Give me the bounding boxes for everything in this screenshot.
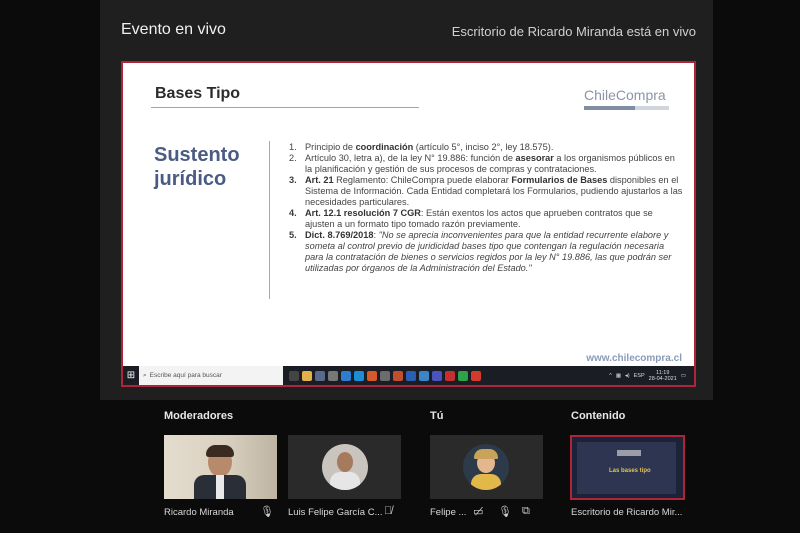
vertical-divider [269,141,270,299]
list-item-number: 1. [289,142,297,152]
app-icon[interactable] [445,370,455,381]
list-item: 1. Principio de coordinación (artículo 5°… [289,142,684,153]
list-item-text: Art. 21 Reglamento: ChileCompra puede el… [305,175,683,207]
list-item-text: Art. 12.1 resolución 7 CGR: Están exento… [305,208,653,229]
heading-line-2: jurídico [154,168,227,190]
list-item: 2. Artículo 30, letra a), de la ley N° 19… [289,153,684,175]
dropbox-icon[interactable] [341,370,351,381]
windows-start-icon[interactable]: ⊞ [123,366,139,385]
system-tray: ^ ▦ ◂) ESP 11:19 28-04-2021 ▭ [609,370,694,382]
mail-icon[interactable] [328,370,338,381]
network-icon[interactable]: ▦ [616,373,621,379]
list-item-number: 5. [289,230,297,240]
task-view-icon[interactable] [289,370,299,381]
file-explorer-icon[interactable] [302,370,312,381]
edge-icon[interactable] [354,370,364,381]
list-item: 3. Art. 21 Reglamento: ChileCompra puede … [289,175,684,208]
list-item: 5. Dict. 8.769/2018: "No se aprecia incon… [289,230,684,274]
store-icon[interactable] [315,370,325,381]
microphone-icon[interactable]: 🎙 [498,505,512,518]
slide-heading: Sustento jurídico [154,143,240,191]
participant-name-ricardo: Ricardo Miranda [164,507,234,518]
taskbar-apps [289,370,481,381]
participant-tile-ricardo[interactable] [164,435,277,499]
shared-screen[interactable]: Bases Tipo ChileCompra Sustento jurídico… [121,61,696,387]
notification-icon[interactable]: ▭ [681,373,686,379]
legal-basis-list: 1. Principio de coordinación (artículo 5°… [289,142,684,274]
title-divider [151,107,419,108]
outlook-icon[interactable] [419,370,429,381]
office-icon[interactable] [367,370,377,381]
list-item-text: Principio de coordinación (artículo 5°, … [305,142,554,152]
microphone-muted-icon[interactable]: 🎙̸ [384,505,392,517]
list-item-text: Dict. 8.769/2018: "No se aprecia inconve… [305,230,672,273]
slide-title: Bases Tipo [155,85,241,102]
website-url: www.chilecompra.cl [586,353,682,364]
clock[interactable]: 11:19 28-04-2021 [649,370,677,382]
content-name: Escritorio de Ricardo Mir... [571,507,683,518]
windows-taskbar: ⊞ ⌕ Escribe aquí para buscar ^ ▦ ◂) ESP … [123,366,694,385]
avatar [463,444,509,490]
taskbar-search[interactable]: ⌕ Escribe aquí para buscar [139,366,283,385]
content-tile[interactable]: Las bases tipo [570,435,685,500]
teams-icon[interactable] [432,370,442,381]
list-item-number: 2. [289,153,297,163]
camera-off-icon[interactable]: ▭̸ [473,505,483,518]
list-item-text: Artículo 30, letra a), de la ley N° 19.8… [305,153,675,174]
avatar [322,444,368,490]
powerpoint-icon[interactable] [393,370,403,381]
language-indicator[interactable]: ESP [634,373,645,379]
presentation-slide: Bases Tipo ChileCompra Sustento jurídico… [123,63,694,365]
list-item-number: 4. [289,208,297,218]
share-screen-icon[interactable]: ⧉ [522,505,530,518]
live-status: Escritorio de Ricardo Miranda está en vi… [451,24,696,39]
participant-tile-you[interactable] [430,435,543,499]
content-thumbnail: Las bases tipo [577,442,676,494]
chilecompra-logo: ChileCompra [584,87,666,103]
participant-tile-luis[interactable] [288,435,401,499]
tray-chevron-icon[interactable]: ^ [609,373,612,379]
search-placeholder: Escribe aquí para buscar [149,372,222,379]
event-title: Evento en vivo [121,21,226,38]
moderators-label: Moderadores [164,410,234,422]
clock-date: 28-04-2021 [648,375,677,382]
microphone-icon[interactable]: 🎙 [260,505,274,518]
content-label: Contenido [571,410,626,422]
logo-bar [584,106,669,110]
thumbnail-title: Las bases tipo [609,468,651,474]
volume-icon[interactable]: ◂) [625,373,630,379]
heading-line-1: Sustento [154,144,240,166]
slack-icon[interactable] [380,370,390,381]
pdf-icon[interactable] [471,370,481,381]
chrome-icon[interactable] [458,370,468,381]
thumbnail-logo [617,450,641,456]
list-item: 4. Art. 12.1 resolución 7 CGR: Están exen… [289,208,684,230]
participant-name-luis: Luis Felipe García C... [288,507,383,518]
you-label: Tú [430,410,444,422]
participant-name-you: Felipe ... [430,507,467,518]
word-icon[interactable] [406,370,416,381]
list-item-number: 3. [289,175,297,185]
search-icon: ⌕ [143,371,147,379]
